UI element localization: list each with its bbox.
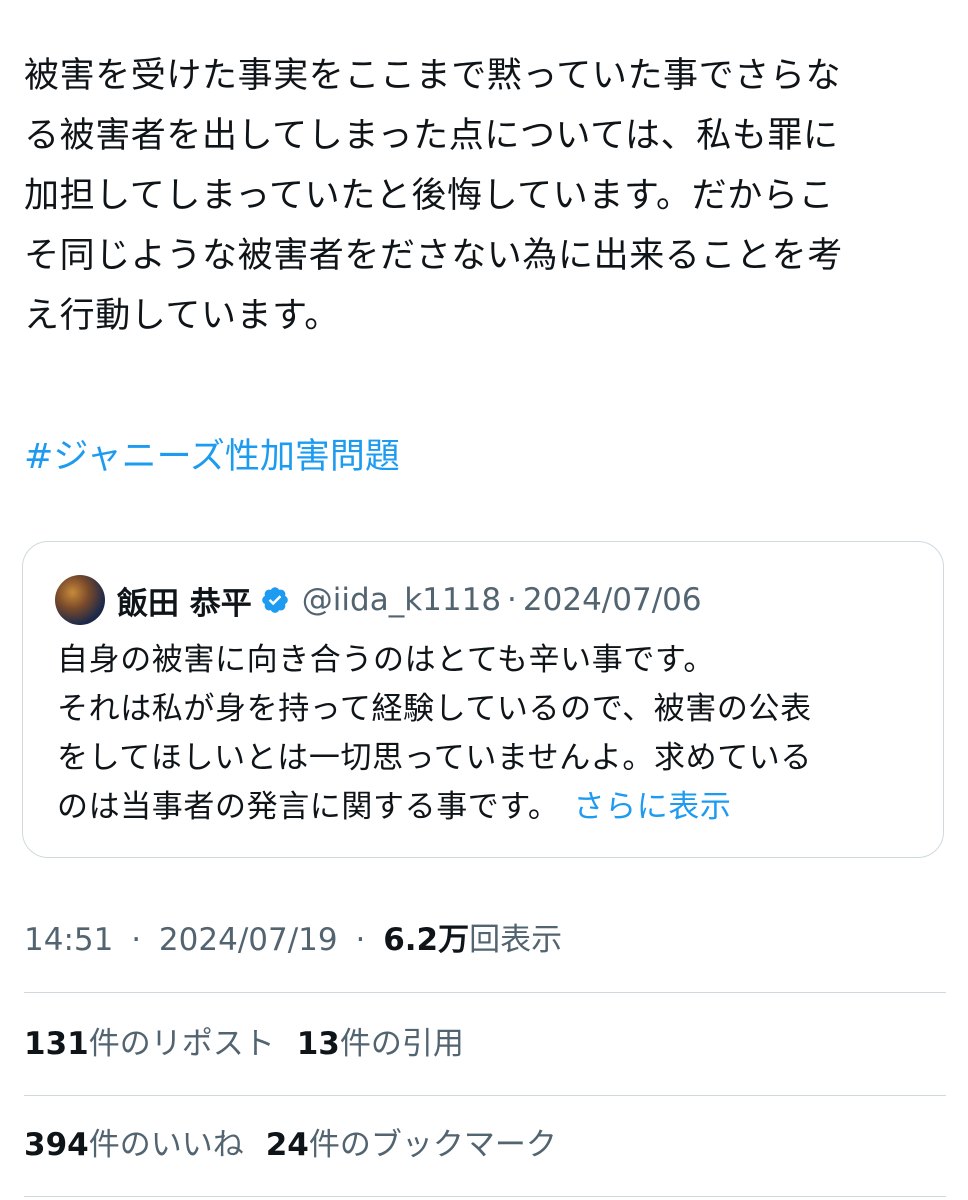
reposts-count: 131 — [24, 1026, 89, 1062]
views-count: 6.2万 — [383, 922, 470, 958]
quoted-text-line-last: のは当事者の発言に関する事です。 さらに表示 — [57, 783, 927, 832]
quoted-tweet-card[interactable]: 飯田 恭平 @iida_k1118 · 2024/07/06 自身の被害に向き合… — [22, 541, 944, 858]
tweet-text-line: る被害者を出してしまった点については、私も罪に — [24, 116, 839, 156]
avatar[interactable] — [55, 575, 105, 625]
bookmarks-count: 24 — [265, 1127, 309, 1163]
quoted-tweet-header: 飯田 恭平 @iida_k1118 · 2024/07/06 — [55, 572, 702, 628]
quotes-count: 13 — [296, 1026, 340, 1062]
tweet-text: 被害を受けた事実をここまで黙っていた事でさらな る被害者を出してしまった点につい… — [24, 46, 944, 346]
quoted-author-handle[interactable]: @iida_k1118 — [302, 582, 501, 618]
likes-count: 394 — [24, 1127, 89, 1163]
quoted-tweet-text: 自身の被害に向き合うのはとても辛い事です。 それは私が身を持って経験しているので… — [57, 636, 927, 832]
likes-stat[interactable]: 394件のいいね — [24, 1120, 244, 1170]
separator-dot: · — [355, 922, 366, 958]
tweet-text-line: 被害を受けた事実をここまで黙っていた事でさらな — [24, 56, 842, 96]
separator-dot: · — [131, 922, 142, 958]
quoted-text-line: 自身の被害に向き合うのはとても辛い事です。 — [57, 642, 716, 678]
quotes-stat[interactable]: 13件の引用 — [297, 1019, 464, 1069]
reposts-label: 件のリポスト — [88, 1026, 275, 1062]
tweet-text-line: え行動しています。 — [24, 296, 340, 336]
stats-row-likes: 394件のいいね 24件のブックマーク — [24, 1120, 579, 1170]
quoted-text-line: のは当事者の発言に関する事です。 — [57, 789, 560, 825]
separator-dot: · — [507, 582, 517, 618]
quoted-text-line: それは私が身を持って経験しているので、被害の公表 — [57, 691, 812, 727]
bookmarks-label: 件のブックマーク — [308, 1127, 557, 1163]
stats-row-retweets: 131件のリポスト 13件の引用 — [24, 1019, 486, 1069]
quoted-tweet-date[interactable]: 2024/07/06 — [523, 582, 702, 618]
divider — [24, 1196, 946, 1197]
verified-badge-icon — [261, 587, 288, 613]
tweet-meta: 14:51 · 2024/07/19 · 6.2万回表示 — [24, 915, 562, 965]
bookmarks-stat[interactable]: 24件のブックマーク — [266, 1120, 557, 1170]
reposts-stat[interactable]: 131件のリポスト — [24, 1019, 275, 1069]
show-more-link[interactable]: さらに表示 — [574, 789, 732, 825]
likes-label: 件のいいね — [88, 1127, 244, 1163]
tweet-text-line: そ同じような被害者をださない為に出来ることを考 — [24, 236, 843, 276]
quotes-label: 件の引用 — [339, 1026, 464, 1062]
tweet-date[interactable]: 2024/07/19 — [159, 922, 338, 958]
tweet-text-line: 加担してしまっていたと後悔しています。だからこ — [24, 176, 835, 216]
divider — [24, 992, 946, 993]
divider — [24, 1095, 946, 1096]
views-label: 回表示 — [469, 922, 563, 958]
quoted-author-name[interactable]: 飯田 恭平 — [117, 578, 252, 623]
hashtag-link[interactable]: #ジャニーズ性加害問題 — [24, 427, 400, 487]
quoted-text-line: をしてほしいとは一切思っていませんよ。求めている — [57, 740, 812, 776]
tweet-time[interactable]: 14:51 — [24, 922, 113, 958]
